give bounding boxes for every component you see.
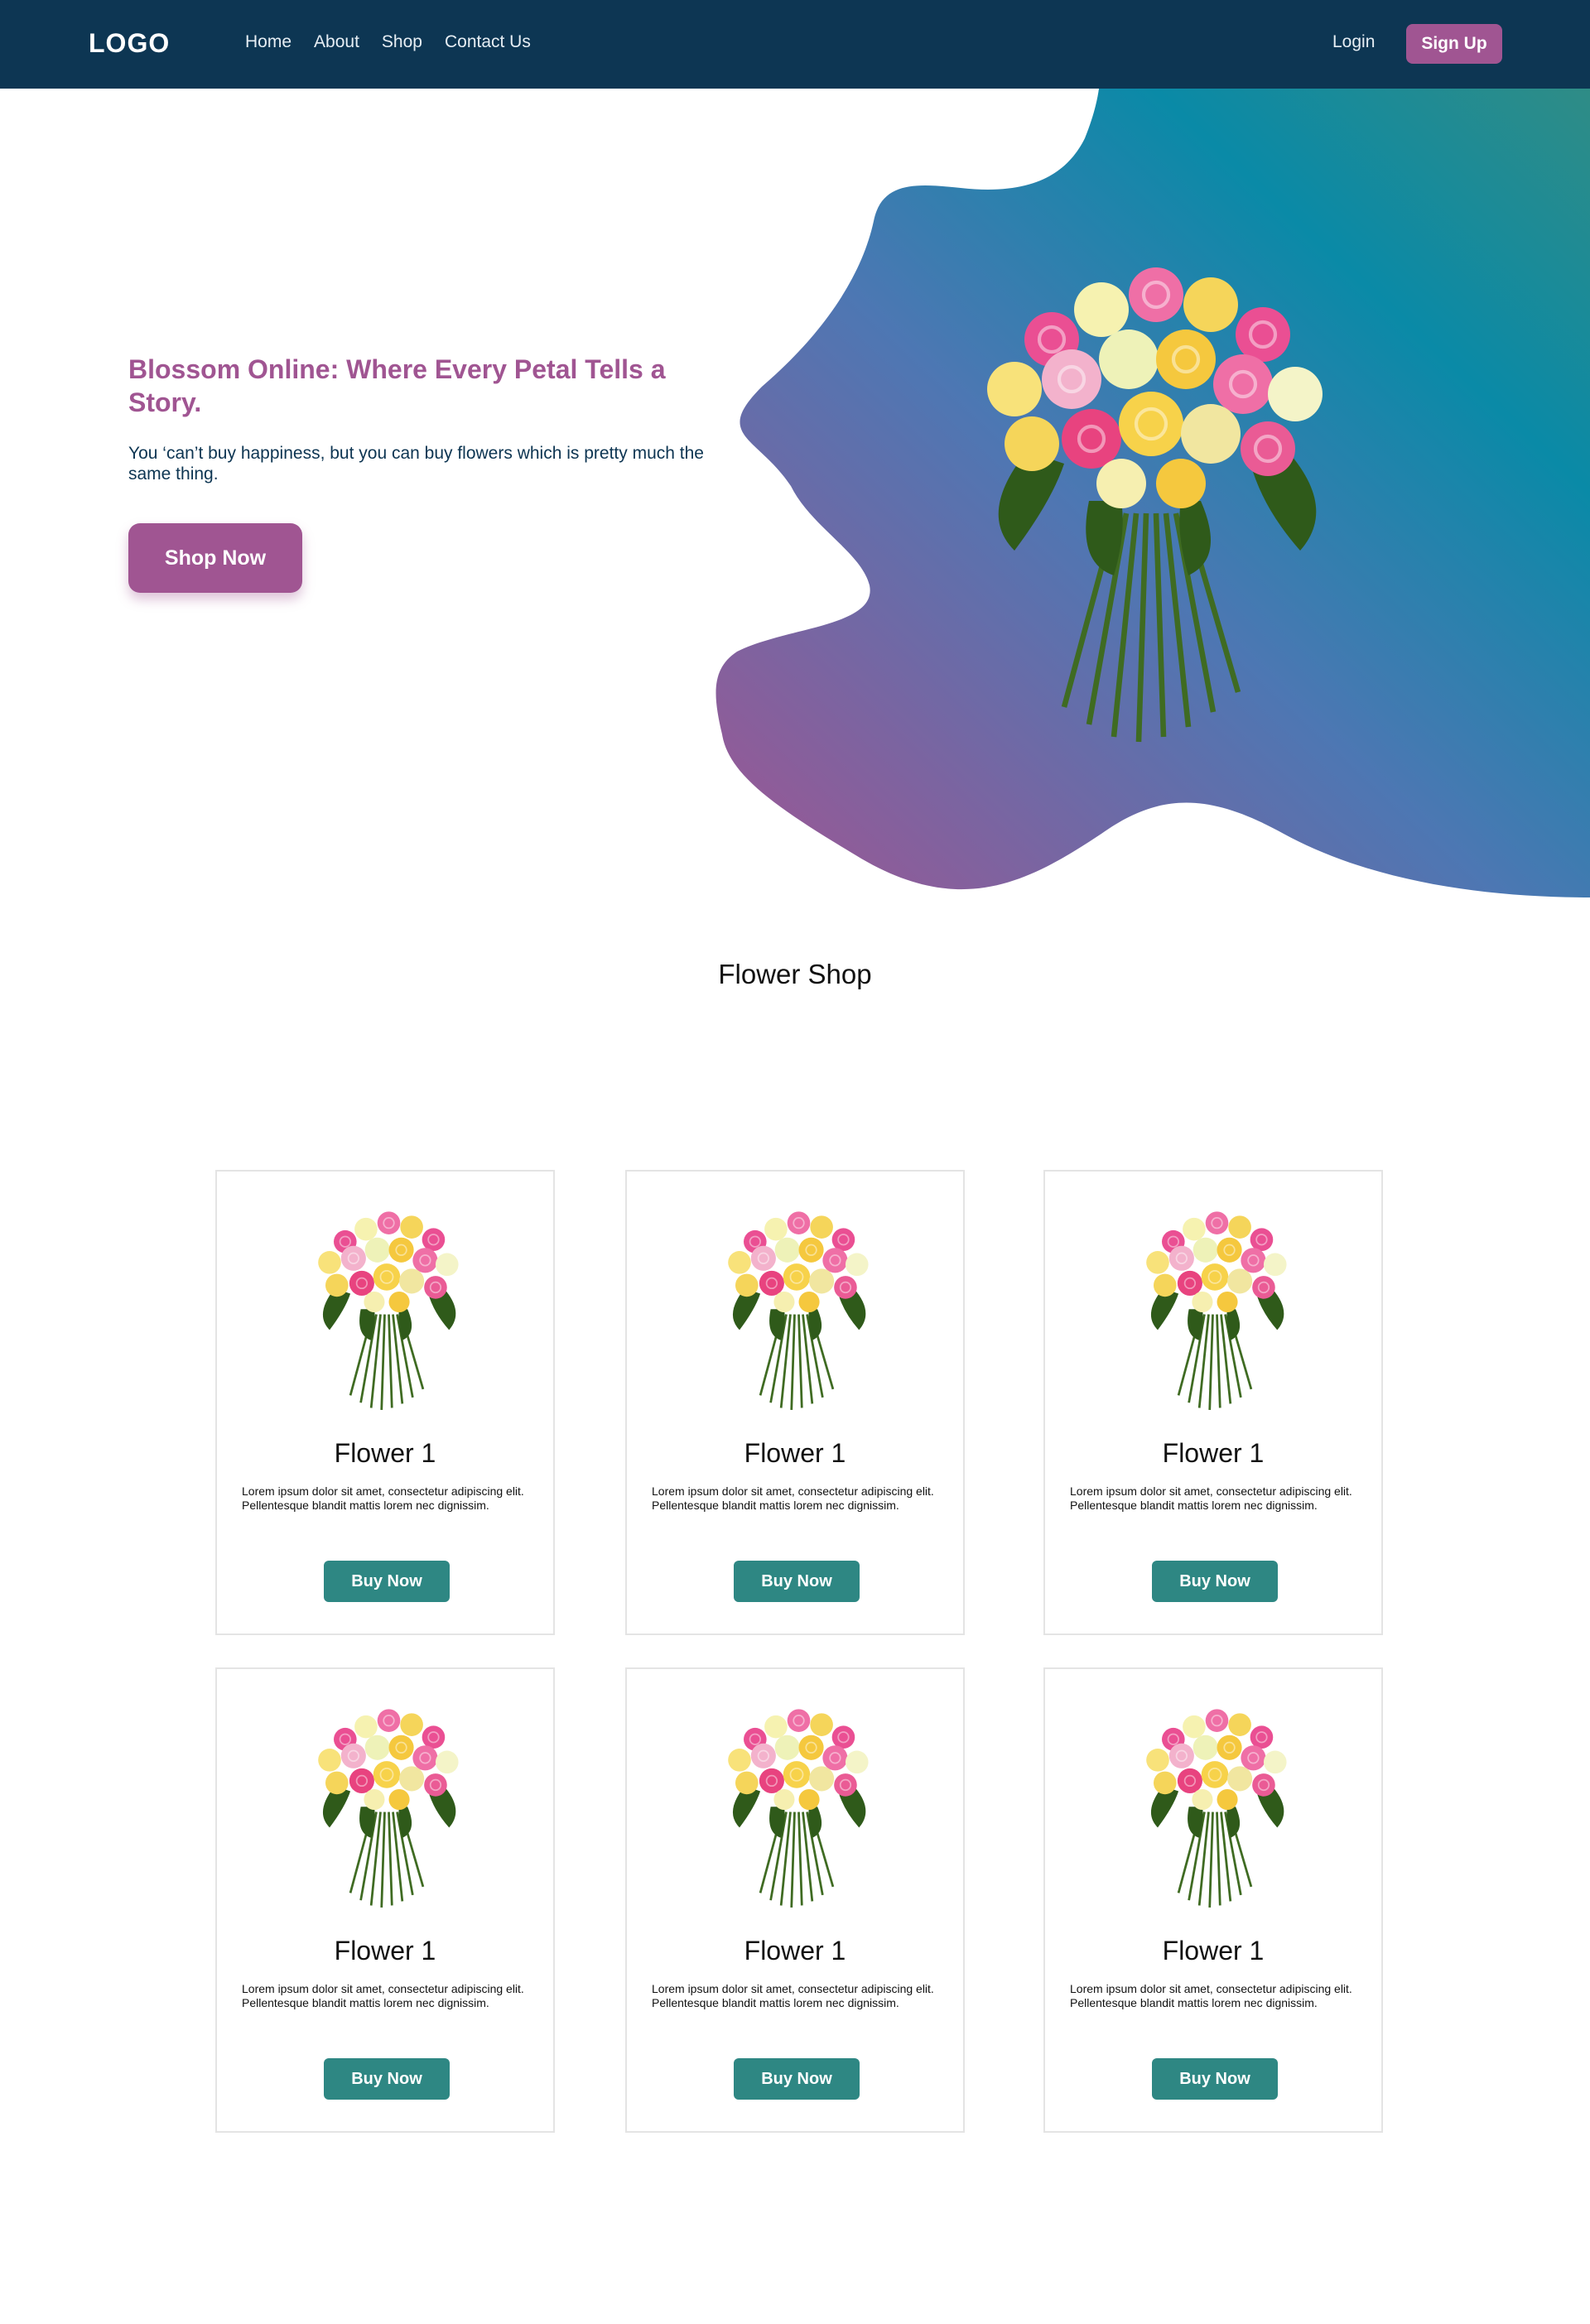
nav-link-about[interactable]: About xyxy=(314,32,359,52)
buy-now-button[interactable]: Buy Now xyxy=(734,2058,860,2100)
buy-now-button[interactable]: Buy Now xyxy=(734,1561,860,1602)
product-description: Lorem ipsum dolor sit amet, consectetur … xyxy=(1070,1982,1352,2009)
product-card: Flower 1 Lorem ipsum dolor sit amet, con… xyxy=(625,1667,965,2133)
login-link[interactable]: Login xyxy=(1332,32,1375,52)
shop-now-button[interactable]: Shop Now xyxy=(128,523,302,593)
product-description: Lorem ipsum dolor sit amet, consectetur … xyxy=(242,1484,524,1512)
product-card: Flower 1 Lorem ipsum dolor sit amet, con… xyxy=(625,1170,965,1635)
section-title: Flower Shop xyxy=(718,959,872,989)
product-name: Flower 1 xyxy=(744,1936,846,1966)
bouquet-image xyxy=(316,1210,460,1412)
product-name: Flower 1 xyxy=(334,1438,436,1468)
signup-button[interactable]: Sign Up xyxy=(1406,24,1502,64)
buy-now-button[interactable]: Buy Now xyxy=(1152,2058,1278,2100)
nav-link-home[interactable]: Home xyxy=(245,32,292,52)
product-card: Flower 1 Lorem ipsum dolor sit amet, con… xyxy=(1043,1667,1383,2133)
product-card: Flower 1 Lorem ipsum dolor sit amet, con… xyxy=(1043,1170,1383,1635)
product-description: Lorem ipsum dolor sit amet, consectetur … xyxy=(652,1982,934,2009)
product-name: Flower 1 xyxy=(744,1438,846,1468)
bouquet-image xyxy=(726,1210,870,1412)
nav-link-shop[interactable]: Shop xyxy=(382,32,422,52)
product-card: Flower 1 Lorem ipsum dolor sit amet, con… xyxy=(215,1667,555,2133)
buy-now-button[interactable]: Buy Now xyxy=(1152,1561,1278,1602)
product-name: Flower 1 xyxy=(1162,1936,1265,1966)
product-card: Flower 1 Lorem ipsum dolor sit amet, con… xyxy=(215,1170,555,1635)
bouquet-image xyxy=(1144,1707,1288,1909)
product-description: Lorem ipsum dolor sit amet, consectetur … xyxy=(652,1484,934,1512)
bouquet-image xyxy=(878,211,1424,766)
nav-link-contact[interactable]: Contact Us xyxy=(445,32,531,52)
bouquet-image xyxy=(1144,1210,1288,1412)
buy-now-button[interactable]: Buy Now xyxy=(324,1561,450,1602)
product-description: Lorem ipsum dolor sit amet, consectetur … xyxy=(1070,1484,1352,1512)
hero-title: Blossom Online: Where Every Petal Tells … xyxy=(128,354,666,417)
product-name: Flower 1 xyxy=(334,1936,436,1966)
product-description: Lorem ipsum dolor sit amet, consectetur … xyxy=(242,1982,524,2009)
logo[interactable]: LOGO xyxy=(89,28,170,59)
navbar: LOGO Home About Shop Contact Us Login Si… xyxy=(0,0,1590,89)
product-name: Flower 1 xyxy=(1162,1438,1265,1468)
hero-subtitle: You ‘can’t buy happiness, but you can bu… xyxy=(128,444,704,484)
buy-now-button[interactable]: Buy Now xyxy=(324,2058,450,2100)
bouquet-image xyxy=(726,1707,870,1909)
bouquet-image xyxy=(316,1707,460,1909)
nav-links: Home About Shop Contact Us xyxy=(245,32,553,52)
